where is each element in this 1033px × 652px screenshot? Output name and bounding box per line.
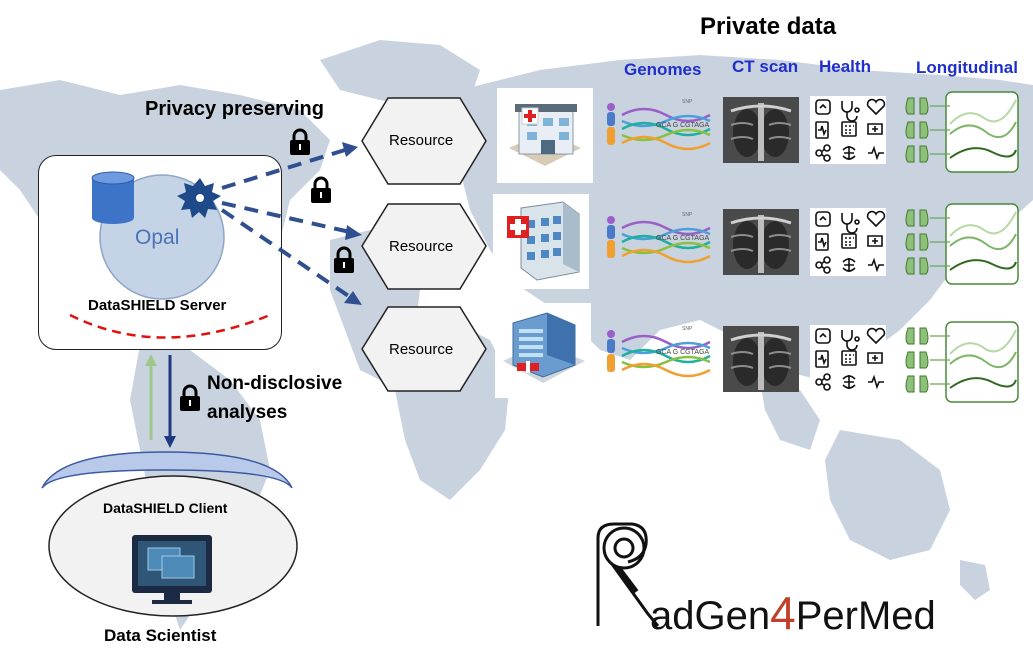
- person-silhouette: [607, 103, 615, 145]
- ct-scan-image: [723, 326, 799, 392]
- ct-scan-image: [723, 209, 799, 275]
- resource-label: Resource: [389, 238, 454, 255]
- logo-suffix: PerMed: [795, 594, 936, 638]
- logo-prefix: adGen: [650, 594, 771, 638]
- ct-scan-image: [723, 97, 799, 163]
- svg-text:SNP: SNP: [682, 212, 693, 218]
- diagram-canvas: Private data Genomes CT scan Health Long…: [0, 0, 1033, 652]
- logo-number: 4: [770, 587, 796, 639]
- hospital-icon: [493, 194, 589, 289]
- svg-text:GCA G CGTAGA: GCA G CGTAGA: [656, 122, 709, 129]
- health-icons-grid: [810, 208, 886, 276]
- logo-wordmark: adGen4PerMed: [650, 586, 936, 640]
- hospital-icon: [497, 88, 593, 183]
- health-icons-grid: [810, 96, 886, 164]
- svg-text:SNP: SNP: [682, 326, 693, 332]
- resource-label: Resource: [389, 341, 454, 358]
- svg-text:GCA G CGTAGA: GCA G CGTAGA: [656, 235, 709, 242]
- longitudinal-lungs-chart: [905, 203, 1019, 285]
- genome-dna-image: GCA G CGTAGA SNP: [607, 99, 711, 151]
- longitudinal-lungs-chart: [905, 91, 1019, 173]
- longitudinal-lungs-chart: [905, 321, 1019, 403]
- hospital-icon: [495, 303, 591, 398]
- svg-text:SNP: SNP: [682, 99, 693, 105]
- svg-text:GCA G CGTAGA: GCA G CGTAGA: [656, 349, 709, 356]
- genome-dna-image: GCA G CGTAGA SNP: [607, 326, 711, 378]
- health-icons-grid: [810, 325, 886, 393]
- genome-dna-image: GCA G CGTAGA SNP: [607, 212, 711, 264]
- resource-label: Resource: [389, 132, 454, 149]
